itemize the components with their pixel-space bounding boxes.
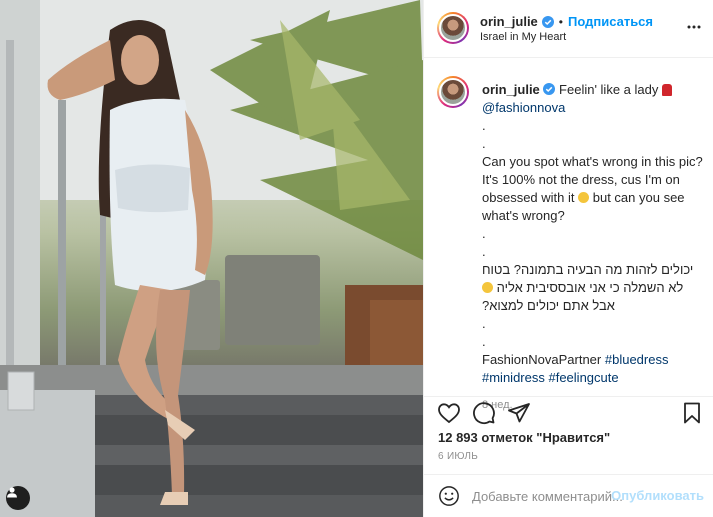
- caption-area: orin_julie Feelin' like a lady @fashionn…: [424, 59, 713, 411]
- post-side-panel: orin_julie • Подписаться Israel in My He…: [423, 0, 713, 517]
- caption-avatar[interactable]: [437, 76, 469, 108]
- username-link[interactable]: orin_julie: [480, 14, 538, 29]
- caption-dot: .: [482, 334, 486, 349]
- joy-emoji-icon: [482, 282, 493, 293]
- verified-badge-icon: [541, 15, 554, 28]
- user-silhouette-icon: [7, 487, 17, 498]
- hashtag-link[interactable]: #minidress: [482, 370, 545, 385]
- partner-text: FashionNovaPartner: [482, 352, 602, 367]
- caption-dot: .: [482, 316, 486, 331]
- caption-avatar-image: [439, 78, 467, 106]
- post-date[interactable]: 6 ИЮЛЬ: [438, 451, 478, 462]
- caption-dot: .: [482, 118, 486, 133]
- smiley-icon[interactable]: [438, 485, 460, 507]
- avatar[interactable]: [437, 12, 469, 44]
- post-photo[interactable]: [0, 0, 423, 517]
- caption-tags-line: #minidress #feelingcute: [482, 369, 704, 387]
- more-horizontal-icon[interactable]: [686, 19, 702, 35]
- post-photo-illustration: [0, 0, 423, 517]
- comment-bar: Опубликовать: [424, 474, 713, 517]
- mention-link[interactable]: @fashionnova: [482, 100, 565, 115]
- caption-dot: .: [482, 244, 486, 259]
- avatar-image: [439, 14, 467, 42]
- caption-first-line: orin_julie Feelin' like a lady: [482, 81, 704, 99]
- location-link[interactable]: Israel in My Heart: [480, 31, 566, 43]
- hashtag-link[interactable]: #feelingcute: [548, 370, 618, 385]
- action-bar: [424, 396, 713, 426]
- caption-paragraph-en: Can you spot what's wrong in this pic? I…: [482, 153, 704, 225]
- comment-input[interactable]: [472, 487, 622, 505]
- caption-dot: .: [482, 136, 486, 151]
- caption-username[interactable]: orin_julie: [482, 82, 540, 97]
- caption-he-line2-wrap: לא השמלה כי אני אובססיבית אליה: [482, 279, 704, 297]
- joy-emoji-icon: [578, 192, 590, 203]
- bookmark-icon[interactable]: [680, 401, 704, 425]
- caption-dot: .: [482, 226, 486, 241]
- likes-count[interactable]: 12 893 отметок "Нравится": [438, 430, 610, 445]
- caption-he-line3: אבל אתם יכולים למצוא?: [482, 298, 615, 313]
- verified-badge-icon: [543, 83, 556, 95]
- caption-he-line1: יכולים לזהות מה הבעיה בתמונה? בטוח: [482, 262, 694, 277]
- header-user-line: orin_julie • Подписаться: [480, 14, 653, 29]
- follow-button[interactable]: Подписаться: [568, 14, 653, 29]
- dancer-emoji-icon: [661, 84, 672, 96]
- comment-icon[interactable]: [472, 401, 496, 425]
- caption-opening: Feelin' like a lady: [559, 82, 659, 97]
- publish-button[interactable]: Опубликовать: [611, 488, 704, 503]
- hashtag-link[interactable]: #bluedress: [605, 352, 669, 367]
- caption-tags-line: FashionNovaPartner #bluedress: [482, 351, 704, 369]
- post-header: orin_julie • Подписаться Israel in My He…: [424, 0, 713, 58]
- heart-icon[interactable]: [437, 401, 461, 425]
- caption-he-line2: לא השמלה כי אני אובססיבית אליה: [496, 280, 684, 295]
- separator-dot: •: [558, 14, 563, 29]
- caption-text: orin_julie Feelin' like a lady @fashionn…: [482, 81, 704, 414]
- user-tag-icon[interactable]: [6, 486, 30, 510]
- paper-plane-icon[interactable]: [507, 401, 531, 425]
